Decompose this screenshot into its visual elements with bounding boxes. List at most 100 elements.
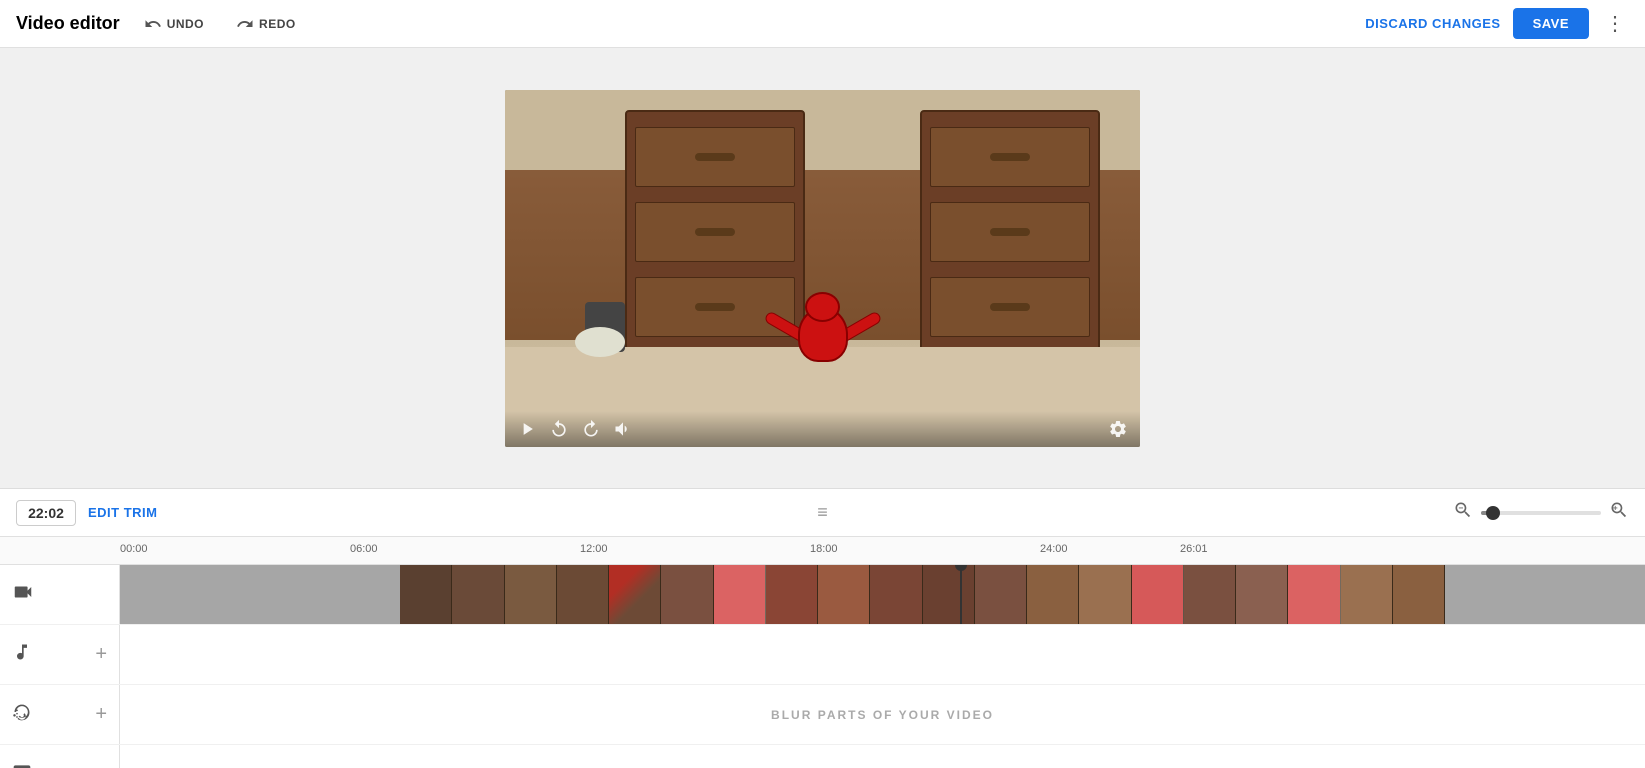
drawer-top-left <box>635 127 795 187</box>
drawer-top-right <box>930 127 1090 187</box>
undo-label: UNDO <box>167 17 204 31</box>
add-audio-button[interactable]: + <box>95 643 107 666</box>
object-white <box>575 327 625 357</box>
thumb-1 <box>400 565 452 624</box>
handle <box>695 228 735 236</box>
thumb-9 <box>818 565 870 624</box>
thumb-15 <box>1132 565 1184 624</box>
handle <box>695 153 735 161</box>
video-controls <box>505 411 1140 447</box>
subtitle-track-icon <box>12 762 32 768</box>
thumbnail-strip <box>400 565 1445 624</box>
discard-changes-button[interactable]: DISCARD CHANGES <box>1365 16 1500 31</box>
blur-placeholder-text: BLUR PARTS OF YOUR VIDEO <box>120 708 1645 722</box>
thumb-7 <box>714 565 766 624</box>
thumb-19 <box>1341 565 1393 624</box>
ruler-mark-2: 12:00 <box>580 543 608 555</box>
add-blur-button[interactable]: + <box>95 703 107 726</box>
timeline-toolbar: 22:02 EDIT TRIM ≡ <box>0 489 1645 537</box>
ruler-mark-5: 26:01 <box>1180 543 1208 555</box>
thumb-18 <box>1288 565 1340 624</box>
thumb-14 <box>1079 565 1131 624</box>
subtitle-track: + <box>0 745 1645 768</box>
ruler-mark-0: 00:00 <box>120 543 148 555</box>
head <box>805 292 840 322</box>
blur-track: + BLUR PARTS OF YOUR VIDEO <box>0 685 1645 745</box>
time-display: 22:02 <box>16 500 76 526</box>
edit-trim-button[interactable]: EDIT TRIM <box>88 505 158 520</box>
audio-track: + <box>0 625 1645 685</box>
app-title: Video editor <box>16 13 120 34</box>
undo-button[interactable]: UNDO <box>136 11 212 37</box>
redo-label: REDO <box>259 17 296 31</box>
settings-button[interactable] <box>1108 419 1128 439</box>
play-button[interactable] <box>517 419 537 439</box>
zoom-out-icon[interactable] <box>1453 500 1473 525</box>
zoom-thumb[interactable] <box>1486 506 1500 520</box>
blur-track-icon <box>12 702 32 727</box>
undo-icon <box>144 15 162 33</box>
video-preview <box>505 90 1140 447</box>
ruler-labels: 00:00 06:00 12:00 18:00 24:00 26:01 <box>120 537 1645 564</box>
trim-end <box>1445 565 1645 624</box>
audio-track-content <box>120 625 1645 684</box>
drawer-mid-right <box>930 202 1090 262</box>
timeline-ruler: 00:00 06:00 12:00 18:00 24:00 26:01 <box>0 537 1645 565</box>
video-track-icon <box>12 581 34 608</box>
ruler-mark-1: 06:00 <box>350 543 378 555</box>
drawer-bot-right <box>930 277 1090 337</box>
thumb-20 <box>1393 565 1445 624</box>
blur-track-content: BLUR PARTS OF YOUR VIDEO <box>120 685 1645 744</box>
timeline-area: 22:02 EDIT TRIM ≡ 00:00 06:00 <box>0 488 1645 768</box>
thumb-16 <box>1184 565 1236 624</box>
thumb-6 <box>661 565 713 624</box>
thumb-17 <box>1236 565 1288 624</box>
volume-button[interactable] <box>613 419 633 439</box>
thumb-11 <box>923 565 975 624</box>
more-options-button[interactable]: ⋮ <box>1601 7 1629 40</box>
ruler-mark-4: 24:00 <box>1040 543 1068 555</box>
drawer-mid-left <box>635 202 795 262</box>
video-track-label <box>0 565 120 624</box>
handle <box>990 303 1030 311</box>
ruler-mark-3: 18:00 <box>810 543 838 555</box>
video-track <box>0 565 1645 625</box>
video-filmstrip <box>120 565 1645 624</box>
video-track-content <box>120 565 1645 624</box>
thumb-10 <box>870 565 922 624</box>
handle <box>990 228 1030 236</box>
dresser-right <box>920 110 1100 370</box>
redo-icon <box>236 15 254 33</box>
top-bar: Video editor UNDO REDO DISCARD CHANGES S… <box>0 0 1645 48</box>
thumb-12 <box>975 565 1027 624</box>
thumb-2 <box>452 565 504 624</box>
subtitle-track-content <box>120 745 1645 768</box>
zoom-slider[interactable] <box>1481 511 1601 515</box>
trim-start <box>120 565 400 624</box>
audio-track-icon <box>12 642 32 667</box>
save-button[interactable]: SAVE <box>1513 8 1589 39</box>
timeline-tracks: + + BLUR PARTS OF YOUR VIDEO <box>0 565 1645 768</box>
thumb-13 <box>1027 565 1079 624</box>
main-content: 22:02 EDIT TRIM ≡ 00:00 06:00 <box>0 48 1645 768</box>
handle <box>695 303 735 311</box>
top-bar-right: DISCARD CHANGES SAVE ⋮ <box>1365 7 1629 40</box>
spiderman-figure <box>763 297 883 387</box>
thumb-3 <box>505 565 557 624</box>
timeline-zoom <box>1453 500 1629 525</box>
zoom-in-icon[interactable] <box>1609 500 1629 525</box>
thumb-4 <box>557 565 609 624</box>
redo-button[interactable]: REDO <box>228 11 304 37</box>
rewind-button[interactable] <box>549 419 569 439</box>
top-bar-left: Video editor UNDO REDO <box>16 11 304 37</box>
thumb-8 <box>766 565 818 624</box>
handle <box>990 153 1030 161</box>
blur-track-label: + <box>0 685 120 744</box>
subtitle-track-label: + <box>0 745 120 768</box>
audio-track-label: + <box>0 625 120 684</box>
forward-button[interactable] <box>581 419 601 439</box>
add-subtitle-button[interactable]: + <box>95 763 107 768</box>
thumb-5 <box>609 565 661 624</box>
drag-handle[interactable]: ≡ <box>817 502 828 523</box>
video-area <box>0 48 1645 488</box>
